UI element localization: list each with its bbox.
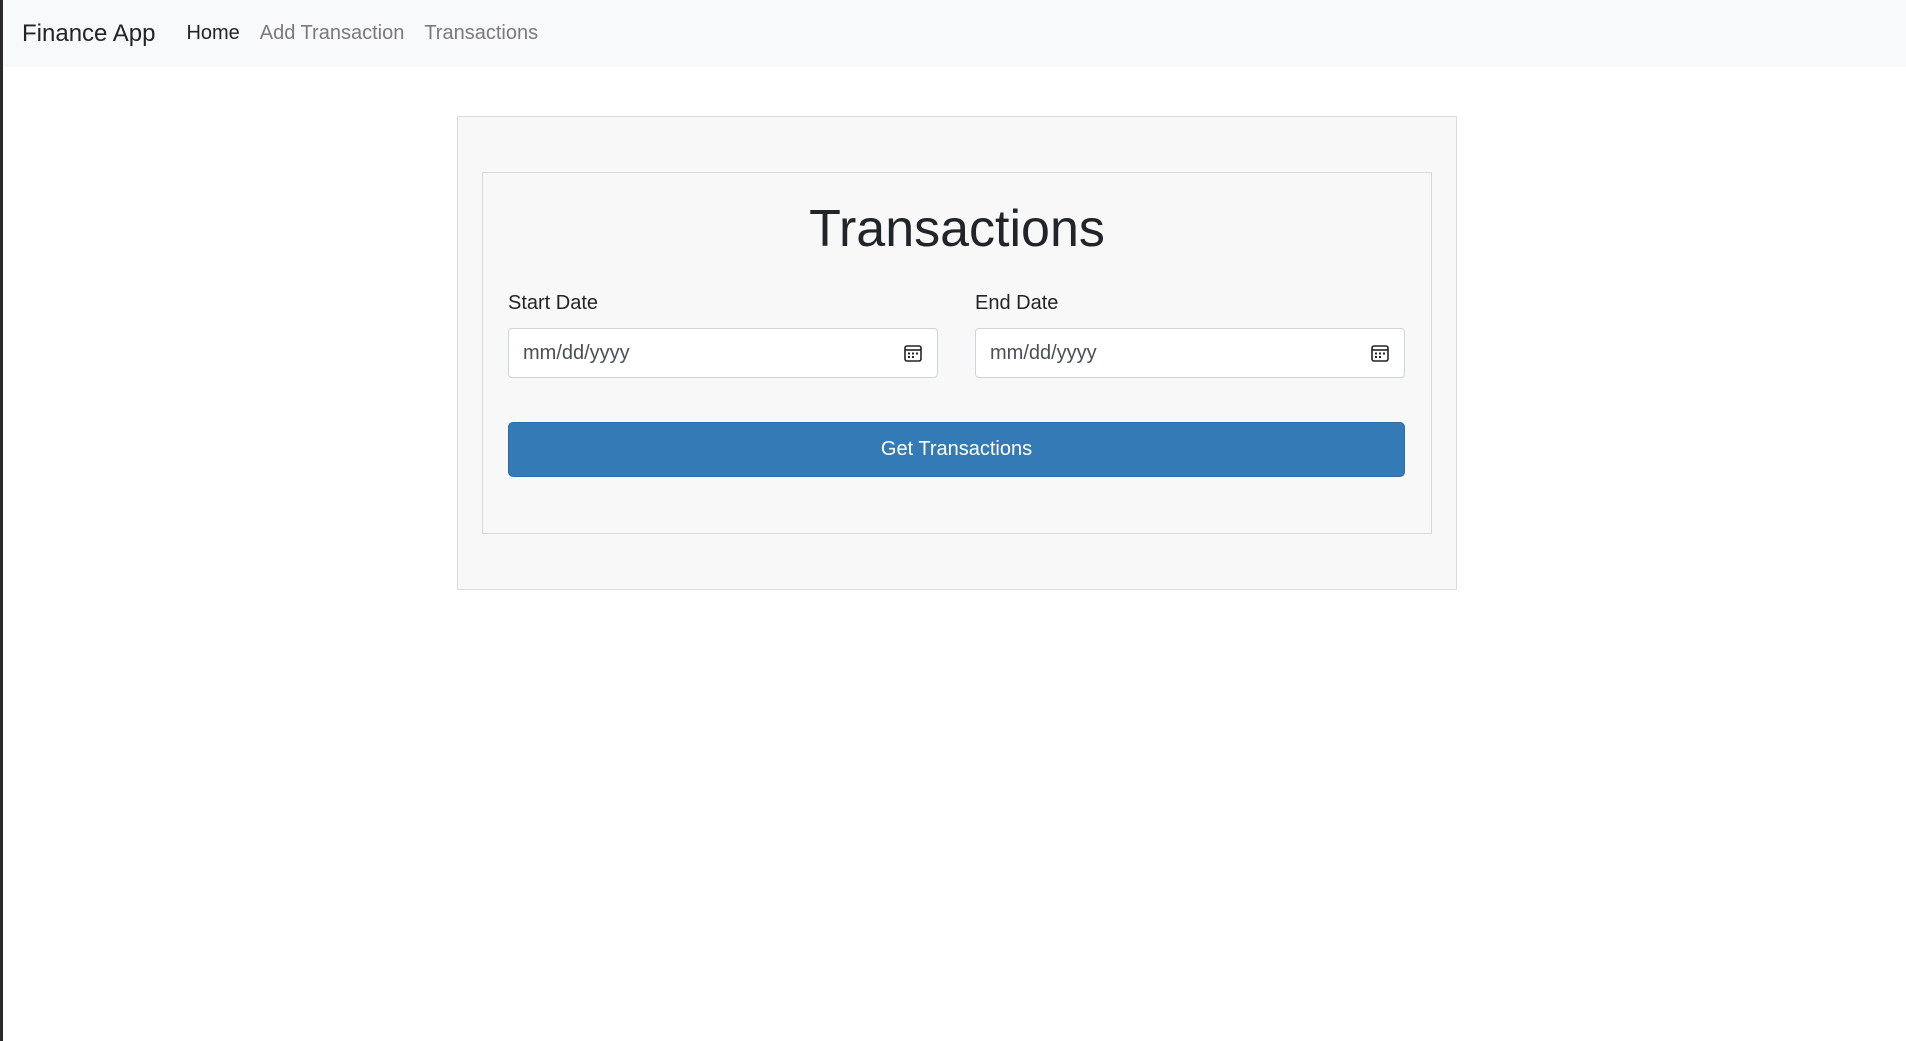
outer-container: Transactions Start Date mm/dd/yyyy End D…	[457, 116, 1457, 590]
nav-link-add-transaction[interactable]: Add Transaction	[260, 22, 405, 45]
top-navbar: Finance App Home Add Transaction Transac…	[3, 0, 1906, 67]
nav-link-transactions[interactable]: Transactions	[424, 22, 538, 45]
calendar-icon[interactable]	[1370, 343, 1390, 363]
nav-link-home[interactable]: Home	[186, 22, 239, 45]
end-date-label: End Date	[975, 292, 1059, 314]
transactions-form-card: Transactions Start Date mm/dd/yyyy End D…	[482, 172, 1432, 534]
end-date-placeholder: mm/dd/yyyy	[990, 341, 1097, 364]
page-title: Transactions	[809, 200, 1105, 258]
end-date-field: End Date mm/dd/yyyy	[975, 291, 1405, 378]
app-window: Finance App Home Add Transaction Transac…	[0, 0, 1906, 1041]
start-date-label: Start Date	[508, 292, 599, 314]
get-transactions-button[interactable]: Get Transactions	[508, 422, 1405, 477]
start-date-input[interactable]: mm/dd/yyyy	[508, 328, 938, 378]
start-date-field: Start Date mm/dd/yyyy	[508, 291, 938, 378]
calendar-icon[interactable]	[903, 343, 923, 363]
start-date-placeholder: mm/dd/yyyy	[523, 341, 630, 364]
brand-link[interactable]: Finance App	[22, 20, 155, 48]
end-date-input[interactable]: mm/dd/yyyy	[975, 328, 1405, 378]
